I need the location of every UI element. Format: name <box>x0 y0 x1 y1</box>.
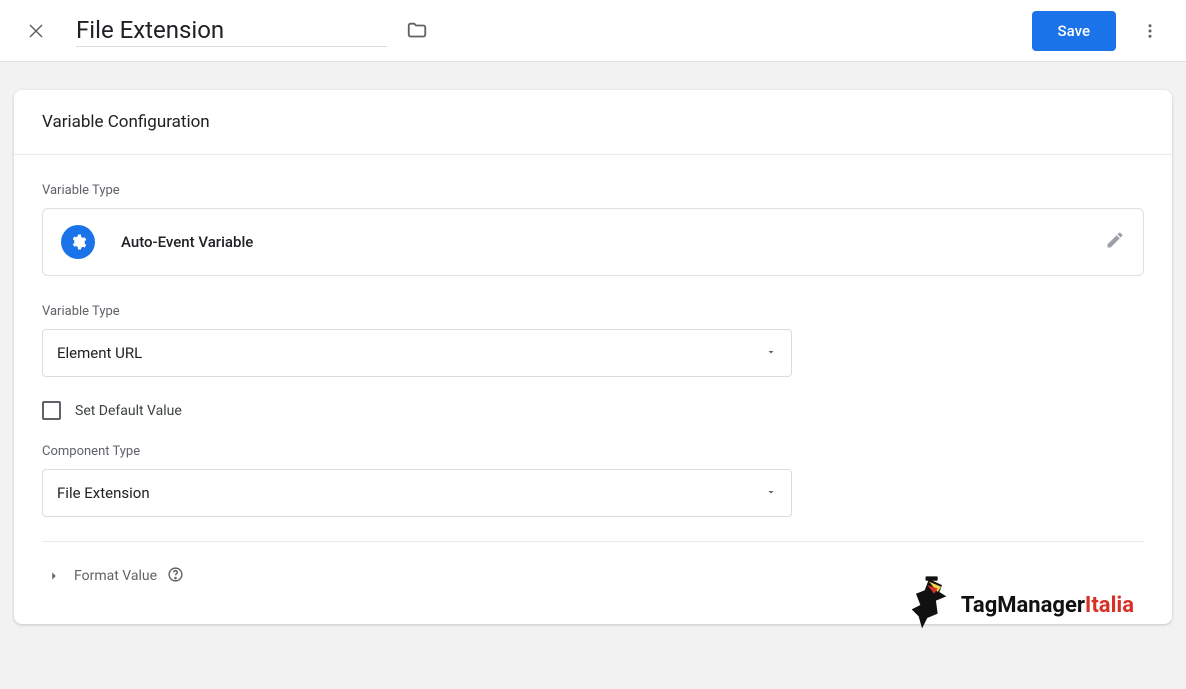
checkbox-icon <box>42 401 61 420</box>
checkbox-label: Set Default Value <box>75 403 182 419</box>
watermark-brand-2: Italia <box>1085 593 1134 618</box>
variable-type-heading-label: Variable Type <box>42 183 1144 198</box>
component-type-label: Component Type <box>42 444 1144 459</box>
more-options-icon[interactable] <box>1134 15 1166 47</box>
pencil-icon <box>1105 230 1125 254</box>
save-button[interactable]: Save <box>1032 11 1116 51</box>
gear-icon <box>61 225 95 259</box>
set-default-value-checkbox[interactable]: Set Default Value <box>42 401 792 420</box>
folder-icon[interactable] <box>403 17 431 45</box>
variable-type-select[interactable]: Element URL <box>42 329 792 377</box>
selected-variable-type: Auto-Event Variable <box>121 233 1105 251</box>
help-icon[interactable] <box>167 566 184 587</box>
watermark-brand-1: TagManager <box>961 593 1085 618</box>
component-type-select[interactable]: File Extension <box>42 469 792 517</box>
component-type-value: File Extension <box>57 484 765 502</box>
panel-heading: Variable Configuration <box>42 112 1144 132</box>
watermark-logo: TagManagerItalia <box>903 574 1134 636</box>
variable-configuration-panel: Variable Configuration Variable Type Aut… <box>14 90 1172 624</box>
caret-down-icon <box>765 344 777 362</box>
chevron-right-icon <box>42 564 66 588</box>
variable-name-input[interactable] <box>76 14 387 47</box>
format-value-label: Format Value <box>74 568 157 584</box>
variable-type-selector[interactable]: Auto-Event Variable <box>42 208 1144 276</box>
close-icon[interactable] <box>24 19 48 43</box>
caret-down-icon <box>765 484 777 502</box>
variable-type-value: Element URL <box>57 344 765 362</box>
variable-type-dropdown-label: Variable Type <box>42 304 1144 319</box>
bird-icon <box>903 574 955 636</box>
